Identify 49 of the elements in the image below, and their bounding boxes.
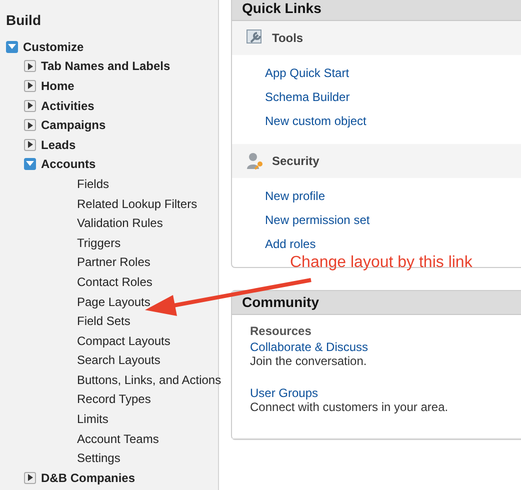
quick-link[interactable]: App Quick Start: [265, 66, 350, 80]
tree-item[interactable]: Home: [41, 78, 74, 93]
community-link[interactable]: User Groups: [250, 386, 318, 400]
tree-item[interactable]: Partner Roles: [42, 255, 150, 270]
panel-title: Quick Links: [232, 0, 521, 21]
expand-icon[interactable]: [24, 119, 36, 132]
tree-item[interactable]: Compact Layouts: [42, 334, 170, 348]
collapse-icon[interactable]: [6, 40, 18, 53]
expand-icon[interactable]: [24, 138, 36, 151]
tree-item[interactable]: Field Sets: [42, 314, 130, 328]
quick-link[interactable]: Schema Builder: [265, 90, 350, 104]
link-description: Connect with customers in your area.: [250, 400, 448, 414]
tree-item[interactable]: Accounts: [41, 157, 96, 172]
link-description: Join the conversation.: [250, 354, 367, 368]
expand-icon[interactable]: [24, 60, 36, 72]
section-title: Tools: [272, 31, 304, 45]
section-title: Resources: [250, 324, 312, 338]
tree-item[interactable]: Limits: [42, 412, 108, 426]
tree-item[interactable]: Search Layouts: [42, 353, 160, 368]
tree-item[interactable]: Tab Names and Labels: [41, 59, 170, 74]
tree-item[interactable]: Leads: [41, 138, 76, 152]
user-key-icon: [246, 152, 264, 170]
tree-item[interactable]: Account Teams: [42, 432, 159, 446]
quick-link[interactable]: Add roles: [265, 237, 316, 251]
tree-item[interactable]: Fields: [42, 176, 110, 191]
tree-item[interactable]: D&B Companies: [41, 470, 136, 485]
section-title: Security: [272, 154, 320, 168]
tree-item[interactable]: Triggers: [42, 236, 121, 250]
quick-link[interactable]: New custom object: [265, 114, 366, 128]
expand-icon[interactable]: [24, 80, 36, 92]
tree-item[interactable]: Record Types: [42, 392, 151, 406]
panel-title: Community: [232, 291, 521, 315]
community-link[interactable]: Collaborate & Discuss: [250, 340, 368, 354]
expand-icon[interactable]: [24, 472, 36, 484]
annotation-text: Change layout by this link: [290, 254, 472, 272]
sidebar-title: Build: [5, 11, 42, 30]
tree-item[interactable]: Page Layouts: [42, 294, 150, 309]
tree-item[interactable]: Settings: [42, 451, 120, 466]
tree-item[interactable]: Validation Rules: [42, 216, 163, 230]
tree-item[interactable]: Contact Roles: [42, 274, 152, 289]
quick-link[interactable]: New profile: [265, 189, 326, 203]
tree-item[interactable]: Campaigns: [41, 118, 106, 132]
tree-item[interactable]: Related Lookup Filters: [42, 196, 198, 211]
tree-item[interactable]: Buttons, Links, and Actions: [42, 372, 222, 387]
collapse-icon[interactable]: [24, 158, 36, 170]
tree-item[interactable]: Customize: [23, 40, 84, 54]
quick-link[interactable]: New permission set: [265, 213, 370, 227]
expand-icon[interactable]: [24, 100, 36, 112]
tree-item[interactable]: Activities: [41, 98, 94, 113]
